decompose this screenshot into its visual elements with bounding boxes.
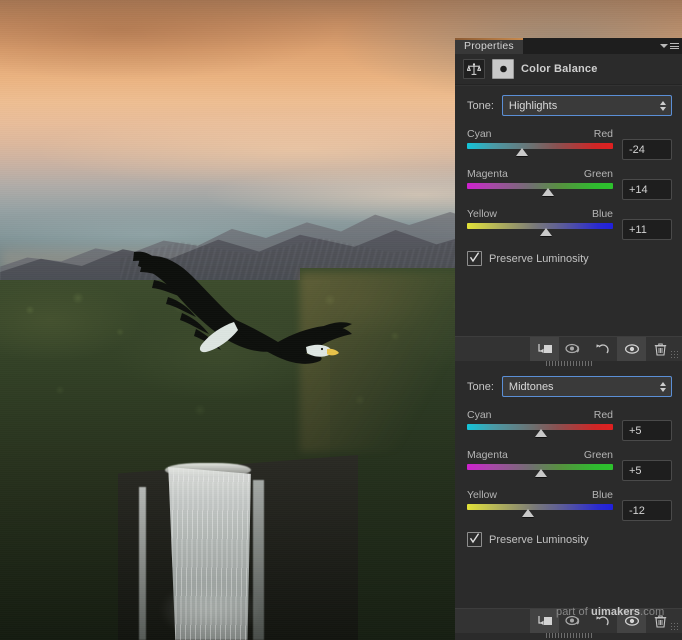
waterfall-crest	[165, 463, 251, 477]
preserve-luminosity-label: Preserve Luminosity	[489, 534, 589, 546]
slider-value-input[interactable]: -24	[622, 139, 672, 160]
slider-track[interactable]	[467, 183, 613, 189]
slider-thumb[interactable]	[535, 469, 547, 477]
slider-right-label: Blue	[592, 208, 613, 220]
bald-eagle	[128, 250, 363, 395]
slider-left-label: Yellow	[467, 489, 497, 501]
slider-value-input[interactable]: -12	[622, 500, 672, 521]
slider-value-input[interactable]: +14	[622, 179, 672, 200]
panel-menu-lines-icon	[670, 43, 679, 49]
slider-yellow-blue: Yellow Blue +11	[467, 208, 672, 240]
slider-value-input[interactable]: +5	[622, 420, 672, 441]
slider-thumb[interactable]	[542, 188, 554, 196]
slider-track[interactable]	[467, 504, 613, 510]
site-watermark: part of uimakers.com	[556, 606, 682, 622]
panel-resize-grip[interactable]	[670, 622, 679, 631]
panel-menu-triangle-icon	[660, 44, 668, 48]
tone-select[interactable]: Midtones	[502, 376, 672, 397]
panel-menu-icon[interactable]	[656, 38, 682, 54]
tab-properties[interactable]: Properties	[455, 38, 523, 54]
slider-left-label: Magenta	[467, 168, 508, 180]
panel-drag-handle[interactable]	[546, 361, 592, 366]
tone-row: Tone: Highlights	[467, 95, 672, 116]
chevron-updown-icon	[660, 382, 666, 392]
panel-title: Color Balance	[521, 63, 598, 75]
tab-properties-label: Properties	[464, 40, 514, 52]
slider-left-label: Cyan	[467, 409, 492, 421]
slider-cyan-red: Cyan Red +5	[467, 409, 672, 441]
waterfall-side-stream-left	[139, 487, 146, 640]
clip-to-layer-icon[interactable]	[530, 337, 559, 361]
layer-mask-icon[interactable]	[492, 59, 514, 79]
panel-drag-handle[interactable]	[546, 633, 592, 638]
slider-value-input[interactable]: +5	[622, 460, 672, 481]
reset-adjustment-icon[interactable]	[588, 337, 617, 361]
tone-label: Tone:	[467, 100, 494, 112]
adjustment-header: Color Balance	[455, 54, 682, 84]
preserve-luminosity-label: Preserve Luminosity	[489, 253, 589, 265]
slider-magenta-green: Magenta Green +14	[467, 168, 672, 200]
slider-track[interactable]	[467, 223, 613, 229]
tone-select-value: Highlights	[509, 100, 557, 112]
tab-strip-filler	[523, 38, 656, 54]
preserve-luminosity-row[interactable]: Preserve Luminosity	[467, 251, 672, 266]
slider-track[interactable]	[467, 143, 613, 149]
chevron-updown-icon	[660, 101, 666, 111]
toggle-previous-state-icon[interactable]	[559, 337, 588, 361]
slider-track[interactable]	[467, 464, 613, 470]
watermark-brand: uimakers	[591, 606, 640, 618]
color-balance-section-midtones: Tone: Midtones Cyan Red	[455, 367, 682, 639]
slider-cyan-red: Cyan Red -24	[467, 128, 672, 160]
slider-right-label: Red	[594, 128, 613, 140]
slider-value-input[interactable]: +11	[622, 219, 672, 240]
slider-thumb[interactable]	[522, 509, 534, 517]
application-window: Properties	[0, 0, 682, 640]
slider-right-label: Green	[584, 168, 613, 180]
tone-select-value: Midtones	[509, 381, 554, 393]
color-balance-section-highlights: Tone: Highlights Cyan Red	[455, 86, 682, 367]
slider-left-label: Magenta	[467, 449, 508, 461]
slider-left-label: Yellow	[467, 208, 497, 220]
slider-thumb[interactable]	[516, 148, 528, 156]
slider-thumb[interactable]	[540, 228, 552, 236]
slider-yellow-blue: Yellow Blue -12	[467, 489, 672, 521]
tone-label: Tone:	[467, 381, 494, 393]
slider-track[interactable]	[467, 424, 613, 430]
slider-magenta-green: Magenta Green +5	[467, 449, 672, 481]
tone-select[interactable]: Highlights	[502, 95, 672, 116]
slider-right-label: Green	[584, 449, 613, 461]
preserve-luminosity-checkbox[interactable]	[467, 532, 482, 547]
panel-tab-strip: Properties	[455, 38, 682, 54]
toggle-visibility-icon[interactable]	[617, 337, 646, 361]
color-balance-scales-icon[interactable]	[463, 59, 485, 79]
slider-left-label: Cyan	[467, 128, 492, 140]
watermark-suffix: .com	[640, 606, 664, 618]
adjustment-toolbar	[455, 336, 682, 361]
watermark-prefix: part of	[556, 606, 591, 618]
properties-panel: Properties	[455, 38, 682, 640]
panel-resize-grip[interactable]	[670, 350, 679, 359]
clip-to-layer-icon[interactable]	[530, 609, 559, 633]
tone-row: Tone: Midtones	[467, 376, 672, 397]
slider-thumb[interactable]	[535, 429, 547, 437]
slider-right-label: Blue	[592, 489, 613, 501]
preserve-luminosity-row[interactable]: Preserve Luminosity	[467, 532, 672, 547]
waterfall-mist	[150, 560, 280, 640]
slider-right-label: Red	[594, 409, 613, 421]
preserve-luminosity-checkbox[interactable]	[467, 251, 482, 266]
